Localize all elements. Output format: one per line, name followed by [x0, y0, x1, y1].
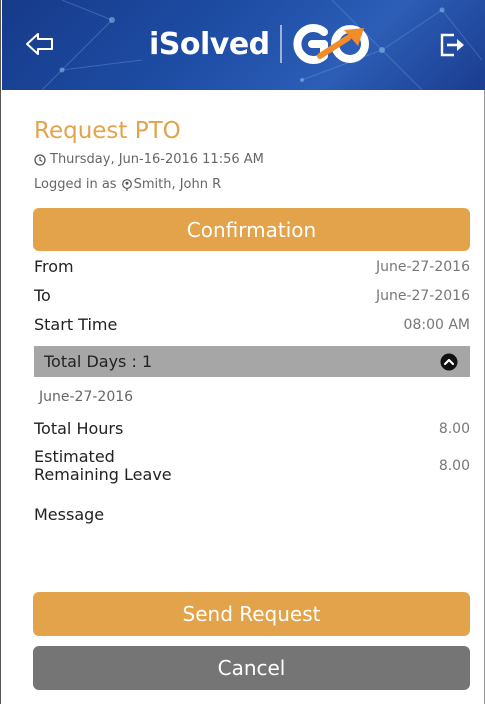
total-days-section[interactable]: Total Days : 1 — [34, 346, 470, 377]
start-time-label: Start Time — [34, 315, 118, 334]
logged-in-prefix: Logged in as — [34, 177, 117, 192]
from-row: From June-27-2016 — [34, 258, 470, 276]
to-label: To — [34, 286, 51, 305]
total-hours-value: 8.00 — [438, 421, 470, 437]
logo-divider — [279, 25, 282, 63]
from-value: June-27-2016 — [375, 259, 470, 275]
to-value: June-27-2016 — [375, 288, 470, 304]
remaining-label-line2: Remaining Leave — [34, 465, 172, 484]
timestamp-line: Thursday, Jun-16-2016 11:56 AM — [34, 152, 264, 167]
total-hours-row: Total Hours 8.00 — [34, 420, 470, 438]
to-row: To June-27-2016 — [34, 287, 470, 305]
app-screen: iSolved Request PTO Thursday, Jun-16-201… — [0, 0, 485, 704]
page-title: Request PTO — [34, 118, 181, 144]
total-hours-label: Total Hours — [34, 419, 124, 438]
clock-icon — [34, 153, 46, 166]
logo-text: iSolved — [149, 26, 270, 62]
isolved-go-logo: iSolved — [149, 22, 376, 66]
back-arrow-icon[interactable] — [24, 28, 56, 60]
user-pin-icon — [121, 178, 132, 191]
remaining-label-line1: Estimated — [34, 447, 115, 466]
day-entry: June-27-2016 — [39, 389, 134, 405]
remaining-leave-label: Estimated Remaining Leave — [34, 448, 172, 484]
remaining-leave-value: 8.00 — [438, 458, 470, 474]
user-name: Smith, John R — [133, 177, 222, 192]
from-label: From — [34, 257, 74, 276]
logged-in-line: Logged in as Smith, John R — [34, 177, 221, 192]
start-time-value: 08:00 AM — [403, 317, 470, 333]
remaining-leave-row: Estimated Remaining Leave 8.00 — [34, 448, 470, 484]
send-request-button[interactable]: Send Request — [33, 592, 470, 636]
start-time-row: Start Time 08:00 AM — [34, 316, 470, 334]
cancel-button[interactable]: Cancel — [33, 646, 470, 690]
logout-icon[interactable] — [437, 30, 467, 60]
total-days-label: Total Days : 1 — [44, 352, 153, 371]
message-label: Message — [34, 505, 105, 524]
app-header: iSolved — [2, 0, 485, 90]
timestamp-text: Thursday, Jun-16-2016 11:56 AM — [50, 152, 264, 167]
go-logo-mark — [293, 24, 369, 64]
confirmation-header: Confirmation — [33, 208, 470, 251]
chevron-up-icon[interactable] — [440, 353, 458, 371]
